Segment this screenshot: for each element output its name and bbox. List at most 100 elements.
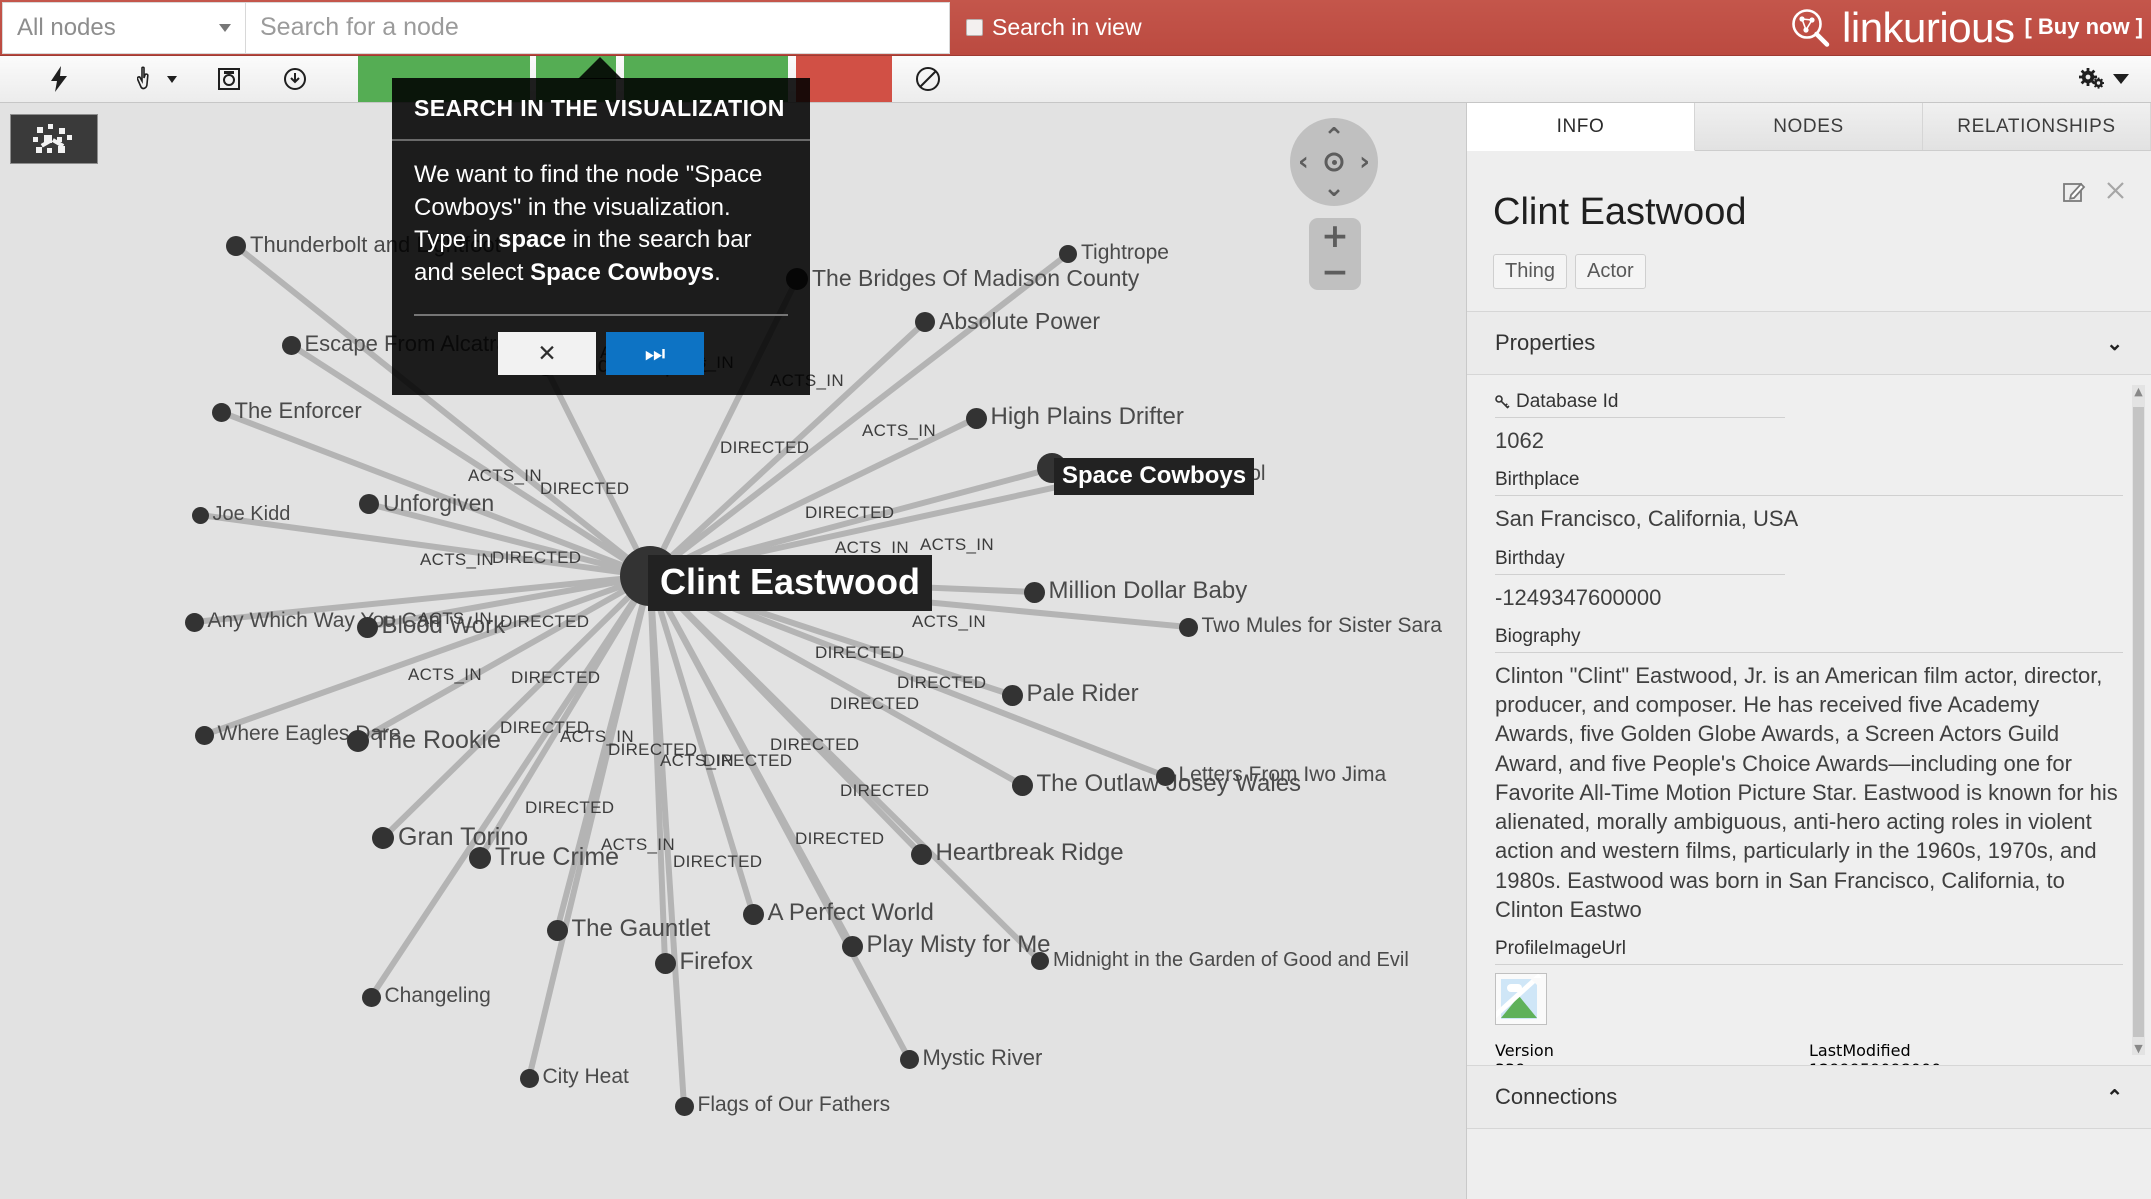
graph-node-circle[interactable]: [281, 335, 301, 355]
graph-node-label[interactable]: Pale Rider: [1027, 680, 1139, 708]
graph-node-label[interactable]: Firefox: [680, 948, 753, 976]
search-in-view-checkbox[interactable]: [966, 19, 983, 36]
scrollbar-thumb[interactable]: [2133, 407, 2144, 1037]
chevron-up-icon[interactable]: ⌃: [2106, 1085, 2123, 1110]
graph-node-label[interactable]: The Gauntlet: [572, 915, 711, 943]
graph-node-circle[interactable]: [1023, 581, 1045, 603]
property-birthday: Birthday -1249347600000: [1495, 548, 2123, 612]
brand-name: linkurious: [1842, 3, 2015, 51]
graph-node-circle[interactable]: [1059, 245, 1077, 263]
close-icon[interactable]: [2104, 179, 2127, 202]
graph-node-label[interactable]: Absolute Power: [939, 308, 1100, 335]
tag-thing[interactable]: Thing: [1493, 254, 1568, 289]
graph-node-circle[interactable]: [899, 1049, 919, 1069]
brand-area: linkurious [ Buy now ]: [1788, 6, 2143, 50]
graph-edge-label: DIRECTED: [805, 503, 895, 522]
node-type-select[interactable]: All nodes: [2, 1, 246, 54]
graph-node-circle[interactable]: [1031, 952, 1049, 970]
graph-node-circle[interactable]: [674, 1096, 694, 1116]
graph-node-label[interactable]: High Plains Drifter: [991, 403, 1184, 431]
graph-node-label[interactable]: Play Misty for Me: [867, 931, 1051, 959]
graph-node-circle[interactable]: [965, 407, 987, 429]
panel-header: Clint Eastwood Thing Actor: [1467, 151, 2151, 311]
graph-node-circle[interactable]: [372, 827, 394, 849]
graph-node-circle[interactable]: [194, 725, 214, 745]
graph-node-circle[interactable]: [910, 843, 932, 865]
select-mode-button[interactable]: [126, 56, 188, 102]
tooltip-next-button[interactable]: ⏭: [606, 331, 704, 375]
graph-node-label[interactable]: A Perfect World: [768, 899, 934, 927]
graph-node-circle[interactable]: [915, 312, 935, 332]
zoom-control[interactable]: + −: [1309, 218, 1361, 290]
edit-icon[interactable]: [2063, 179, 2086, 202]
graph-node-circle[interactable]: [546, 919, 568, 941]
graph-node-label[interactable]: The Rookie: [373, 726, 501, 755]
recenter-icon[interactable]: [1324, 152, 1344, 172]
graph-node-label[interactable]: Letters From Iwo Jima: [1179, 763, 1387, 787]
graph-node-circle[interactable]: [226, 236, 246, 256]
search-in-view-toggle[interactable]: Search in view: [966, 14, 1142, 41]
graph-edge-label: DIRECTED: [770, 735, 860, 754]
graph-node-circle[interactable]: [361, 987, 381, 1007]
minimap[interactable]: [10, 114, 98, 164]
chevron-down-icon[interactable]: ⌄: [2106, 331, 2123, 356]
graph-edge-label: DIRECTED: [830, 694, 920, 713]
graph-node-label[interactable]: Joe Kidd: [213, 503, 291, 526]
settings-menu-button[interactable]: [2079, 56, 2129, 102]
tab-relationships[interactable]: RELATIONSHIPS: [1923, 103, 2151, 150]
camera-icon[interactable]: [206, 56, 252, 102]
scroll-up-icon[interactable]: ▲: [2133, 385, 2144, 398]
graph-node-label[interactable]: The Enforcer: [235, 398, 362, 424]
graph-node-circle[interactable]: [841, 935, 863, 957]
graph-node-label[interactable]: Million Dollar Baby: [1049, 577, 1248, 605]
graph-node-circle[interactable]: [742, 903, 764, 925]
graph-node-circle[interactable]: [654, 952, 676, 974]
graph-node-circle[interactable]: [1178, 617, 1198, 637]
tab-info[interactable]: INFO: [1467, 103, 1695, 151]
search-input[interactable]: [246, 2, 949, 53]
graph-node-circle[interactable]: [469, 847, 491, 869]
graph-node-label[interactable]: Unforgiven: [383, 490, 494, 517]
pan-up-icon[interactable]: ⌃: [1323, 125, 1345, 151]
pan-left-icon[interactable]: ‹: [1298, 149, 1309, 175]
graph-node-label[interactable]: Two Mules for Sister Sara: [1202, 614, 1442, 638]
graph-node-circle[interactable]: [211, 402, 231, 422]
graph-node-circle[interactable]: [1011, 774, 1033, 796]
graph-node-circle[interactable]: [347, 730, 369, 752]
scroll-down-icon[interactable]: ▼: [2133, 1042, 2144, 1055]
properties-section-header[interactable]: Properties ⌄: [1467, 311, 2151, 375]
lightning-icon[interactable]: [36, 56, 82, 102]
tab-nodes[interactable]: NODES: [1695, 103, 1923, 150]
center-node-label[interactable]: Clint Eastwood: [648, 555, 932, 611]
graph-node-circle[interactable]: [1001, 684, 1023, 706]
pan-control[interactable]: ⌃ ⌄ ‹ ›: [1290, 118, 1378, 206]
graph-node-label[interactable]: Changeling: [385, 984, 491, 1008]
graph-node-label[interactable]: Mystic River: [923, 1045, 1043, 1071]
tooltip-close-button[interactable]: ✕: [498, 331, 596, 375]
filter-off-icon[interactable]: [898, 56, 958, 102]
graph-node-circle[interactable]: [184, 612, 204, 632]
graph-node-label[interactable]: Midnight in the Garden of Good and Evil: [1053, 949, 1409, 972]
download-icon[interactable]: [272, 56, 318, 102]
graph-node-label[interactable]: Heartbreak Ridge: [936, 839, 1124, 867]
graph-node-circle[interactable]: [359, 494, 379, 514]
pan-down-icon[interactable]: ⌄: [1323, 175, 1345, 201]
graph-node-circle[interactable]: [356, 616, 378, 638]
graph-node-circle[interactable]: [1155, 766, 1175, 786]
graph-node-label[interactable]: Tightrope: [1081, 241, 1169, 265]
tooltip-actions: ✕ ⏭: [392, 316, 810, 395]
graph-node-circle[interactable]: [519, 1068, 539, 1088]
graph-node-label[interactable]: Flags of Our Fathers: [698, 1093, 891, 1117]
tag-actor[interactable]: Actor: [1575, 254, 1646, 289]
pan-right-icon[interactable]: ›: [1359, 149, 1370, 175]
zoom-out-button[interactable]: −: [1321, 255, 1349, 288]
graph-node-circle[interactable]: [191, 506, 209, 524]
space-cowboys-node-label[interactable]: Space Cowboys: [1054, 458, 1255, 495]
zoom-in-button[interactable]: +: [1321, 219, 1349, 252]
graph-node-label[interactable]: City Heat: [543, 1065, 629, 1089]
buy-now-link[interactable]: [ Buy now ]: [2024, 14, 2143, 42]
properties-scrollbar[interactable]: ▲ ▼: [2132, 385, 2145, 1055]
search-field-wrapper[interactable]: [246, 1, 950, 54]
graph-node-label[interactable]: The Bridges Of Madison County: [812, 265, 1139, 292]
connections-section-header[interactable]: Connections ⌃: [1467, 1065, 2151, 1129]
